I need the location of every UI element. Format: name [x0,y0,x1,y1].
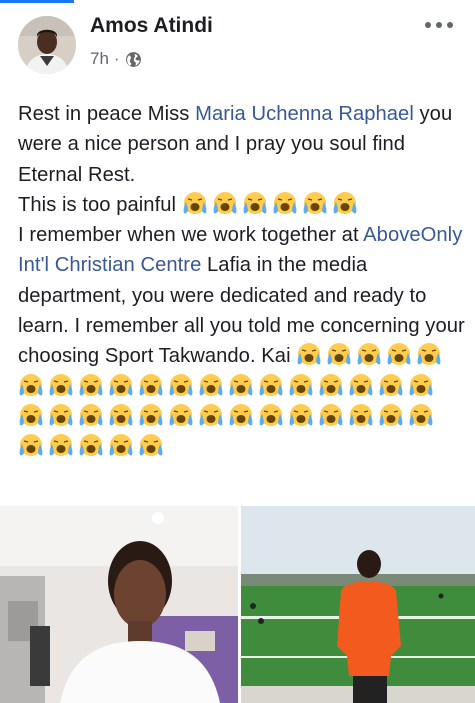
meta-separator: · [113,49,120,68]
loudly-crying-face-emoji [416,342,442,366]
globe-icon [125,51,142,68]
photo-football-field[interactable] [241,506,475,703]
loudly-crying-face-emoji [198,373,224,397]
loudly-crying-face-emoji [168,403,194,427]
loudly-crying-face-emoji [272,191,298,215]
avatar[interactable] [18,16,76,74]
loudly-crying-face-emoji [48,373,74,397]
loudly-crying-face-emoji [18,403,44,427]
loudly-crying-face-emoji [348,373,374,397]
loudly-crying-face-emoji [108,403,134,427]
loudly-crying-face-emoji [326,342,352,366]
loudly-crying-face-emoji [138,433,164,457]
loudly-crying-face-emoji [78,403,104,427]
loudly-crying-face-emoji [48,433,74,457]
loudly-crying-face-emoji [288,373,314,397]
more-options-icon[interactable] [425,18,453,32]
post-paragraph-2: This is too painful [18,190,466,220]
author-name[interactable]: Amos Atindi [90,14,213,38]
post-meta: 7h · [90,49,142,69]
loudly-crying-face-emoji [356,342,382,366]
photo-grid [0,506,475,703]
loudly-crying-face-emoji [48,403,74,427]
loudly-crying-face-emoji [296,342,322,366]
loudly-crying-face-emoji [228,403,254,427]
loudly-crying-face-emoji [78,373,104,397]
loudly-crying-face-emoji [332,191,358,215]
emoji-group [182,191,362,216]
loudly-crying-face-emoji [18,433,44,457]
post-paragraph-1: Rest in peace Miss Maria Uchenna Raphael… [18,99,466,190]
loudly-crying-face-emoji [302,191,328,215]
post-paragraph-3: I remember when we work together at Abov… [18,220,466,462]
loudly-crying-face-emoji [228,373,254,397]
loudly-crying-face-emoji [378,403,404,427]
post-header: Amos Atindi 7h · [0,0,475,80]
loudly-crying-face-emoji [198,403,224,427]
loudly-crying-face-emoji [18,373,44,397]
text-segment: Rest in peace Miss [18,103,196,125]
loudly-crying-face-emoji [78,433,104,457]
photo-selfie[interactable] [0,506,238,703]
mention-link-maria[interactable]: Maria Uchenna Raphael [195,103,414,125]
text-segment: I remember when we work together at [18,224,364,247]
loudly-crying-face-emoji [182,191,208,215]
loudly-crying-face-emoji [168,373,194,397]
post-time[interactable]: 7h [90,49,109,69]
loudly-crying-face-emoji [138,403,164,427]
loudly-crying-face-emoji [258,403,284,427]
post-body: Rest in peace Miss Maria Uchenna Raphael… [18,99,466,463]
loudly-crying-face-emoji [212,191,238,215]
text-segment: This is too painful [18,193,177,216]
loudly-crying-face-emoji [258,373,284,397]
loudly-crying-face-emoji [108,433,134,457]
loudly-crying-face-emoji [408,373,434,397]
loudly-crying-face-emoji [318,403,344,427]
loudly-crying-face-emoji [288,403,314,427]
loudly-crying-face-emoji [408,403,434,427]
loudly-crying-face-emoji [138,373,164,397]
loudly-crying-face-emoji [108,373,134,397]
loudly-crying-face-emoji [318,373,344,397]
loudly-crying-face-emoji [386,342,412,366]
loudly-crying-face-emoji [378,373,404,397]
loudly-crying-face-emoji [242,191,268,215]
loudly-crying-face-emoji [348,403,374,427]
